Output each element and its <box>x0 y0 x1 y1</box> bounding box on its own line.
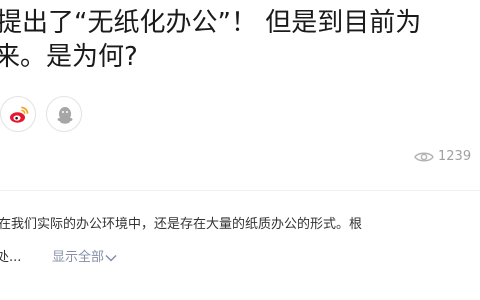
question-title-line-2: 来。是为何? <box>0 42 138 72</box>
show-all-label: 显示全部 <box>52 250 105 265</box>
question-title: 提出了“无纸化办公”！ 但是到目前为 来。是为何? <box>0 6 480 74</box>
answer-excerpt: 在我们实际的办公环境中，还是存在大量的纸质办公的形式。根 <box>0 217 363 232</box>
weibo-icon <box>10 106 29 123</box>
answer-more-row: 处... 显示全部 <box>0 247 117 269</box>
question-title-line-1: 提出了“无纸化办公”！ 但是到目前为 <box>0 8 422 38</box>
qq-icon <box>57 107 73 124</box>
share-weibo-button[interactable] <box>0 96 36 132</box>
share-qq-button[interactable] <box>46 96 82 132</box>
divider <box>0 190 480 191</box>
show-all-button[interactable]: 显示全部 <box>52 247 117 269</box>
eye-icon <box>414 152 434 162</box>
chevron-down-icon <box>105 254 117 262</box>
answer-excerpt-tail: 处... <box>0 250 22 265</box>
share-bar <box>0 96 200 136</box>
view-count-value: 1239 <box>438 149 472 164</box>
